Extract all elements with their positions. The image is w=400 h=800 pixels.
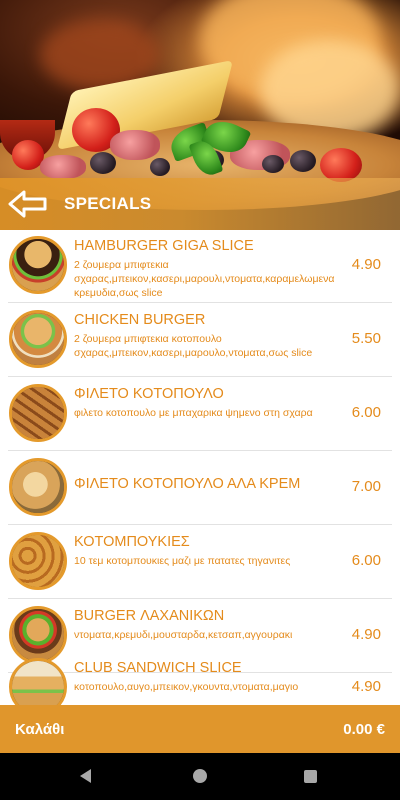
nav-back-icon[interactable] [80, 769, 91, 783]
grilled-chicken-thumbnail [9, 384, 67, 442]
item-name: CHICKEN BURGER [74, 312, 206, 328]
menu-item[interactable]: ΦΙΛΕΤΟ ΚΟΤΟΠΟΥΛΟ φιλετο κοτοπουλο με μπα… [0, 378, 400, 451]
system-navigation-bar [0, 753, 400, 800]
item-name: ΚΟΤΟΜΠΟΥΚΙΕΣ [74, 534, 190, 550]
page-title: SPECIALS [64, 194, 152, 213]
item-description: 2 ζουμερα μπιφτεκια κοτοπουλο σχαρας,μπε… [74, 333, 313, 359]
item-price: 6.00 [351, 552, 381, 569]
menu-item[interactable]: ΦΙΛΕΤΟ ΚΟΤΟΠΟΥΛΟ ΑΛΑ ΚΡΕΜ 7.00 [0, 452, 400, 525]
menu-item[interactable]: CLUB SANDWICH SLICE κοτοπουλο,αυγο,μπεικ… [0, 652, 400, 705]
item-price: 4.90 [351, 256, 381, 273]
nuggets-thumbnail [9, 532, 67, 590]
item-price: 6.00 [351, 404, 381, 421]
menu-list[interactable]: HAMBURGER GIGA SLICE 2 ζουμερα μπιφτεκια… [0, 230, 400, 705]
item-description: 2 ζουμερα μπιφτεκια σχαρας,μπεικον,κασερ… [74, 259, 335, 299]
item-name: CLUB SANDWICH SLICE [74, 660, 242, 676]
item-price: 5.50 [351, 330, 381, 347]
divider [8, 302, 392, 303]
chicken-cream-thumbnail [9, 458, 67, 516]
item-name: ΦΙΛΕΤΟ ΚΟΤΟΠΟΥΛΟ ΑΛΑ ΚΡΕΜ [74, 476, 301, 492]
item-price: 4.90 [351, 626, 381, 643]
nav-home-icon[interactable] [193, 769, 207, 783]
app-header: SPECIALS [0, 178, 400, 230]
item-description: φιλετο κοτοπουλο με μπαχαρικα ψημενο στη… [74, 407, 313, 419]
item-description: ντοματα,κρεμυδι,μουσταρδα,κετσαπ,αγγουρα… [74, 629, 293, 641]
divider [8, 598, 392, 599]
cart-total: 0.00 € [343, 720, 385, 738]
cart-bar[interactable]: Καλάθι 0.00 € [0, 705, 400, 753]
menu-item[interactable]: HAMBURGER GIGA SLICE 2 ζουμερα μπιφτεκια… [0, 230, 400, 303]
item-description: 10 τεμ κοτομπουκιες μαζι με πατατες τηγα… [74, 555, 291, 567]
nav-recent-apps-icon[interactable] [304, 770, 317, 783]
item-description: κοτοπουλο,αυγο,μπεικον,γκουντα,ντοματα,μ… [74, 681, 299, 693]
club-sandwich-thumbnail [9, 658, 67, 705]
item-price: 7.00 [351, 478, 381, 495]
back-button[interactable] [2, 178, 54, 230]
item-name: BURGER ΛΑΧΑΝΙΚΩΝ [74, 608, 225, 624]
chicken-burger-thumbnail [9, 310, 67, 368]
divider [8, 376, 392, 377]
item-name: HAMBURGER GIGA SLICE [74, 238, 254, 254]
item-price: 4.90 [351, 678, 381, 695]
back-arrow-icon [8, 190, 47, 218]
menu-item[interactable]: ΚΟΤΟΜΠΟΥΚΙΕΣ 10 τεμ κοτομπουκιες μαζι με… [0, 526, 400, 599]
cart-label: Καλάθι [15, 720, 65, 738]
item-name: ΦΙΛΕΤΟ ΚΟΤΟΠΟΥΛΟ [74, 386, 224, 402]
menu-item[interactable]: CHICKEN BURGER 2 ζουμερα μπιφτεκια κοτοπ… [0, 304, 400, 377]
divider [8, 524, 392, 525]
divider [8, 450, 392, 451]
hamburger-thumbnail [9, 236, 67, 294]
